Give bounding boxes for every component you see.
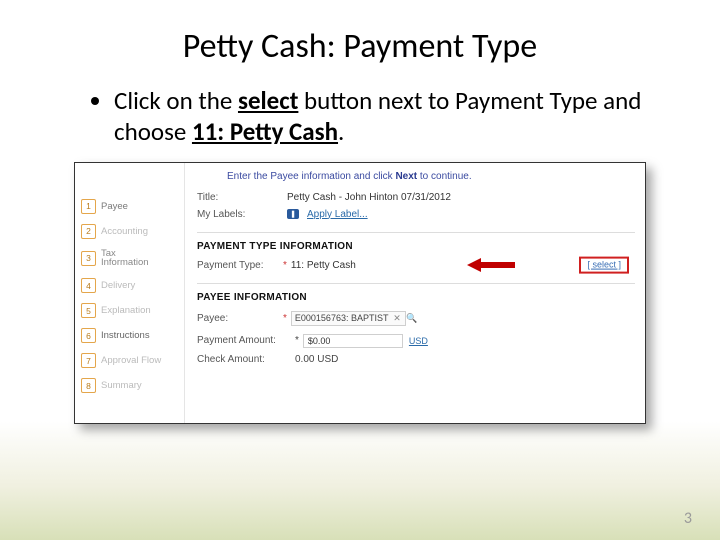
payment-type-value: 11: Petty Cash: [291, 260, 356, 271]
step-number: 7: [81, 353, 96, 368]
wizard-step-delivery[interactable]: 4 Delivery: [81, 278, 180, 293]
step-number: 5: [81, 303, 96, 318]
mylabels-label: My Labels:: [197, 209, 279, 220]
wizard-step-summary[interactable]: 8 Summary: [81, 378, 180, 393]
step-number: 4: [81, 278, 96, 293]
required-asterisk: *: [283, 313, 287, 324]
payment-amount-label: Payment Amount:: [197, 335, 295, 346]
step-number: 1: [81, 199, 96, 214]
apply-label-link[interactable]: Apply Label...: [307, 209, 368, 220]
check-amount-row: Check Amount: 0.00 USD: [197, 354, 635, 365]
instruction-text: Enter the Payee information and click Ne…: [227, 171, 635, 182]
fade-cutoff: [185, 415, 645, 423]
wizard-step-instructions[interactable]: 6 Instructions: [81, 328, 180, 343]
step-number: 2: [81, 224, 96, 239]
step-label: Approval Flow: [101, 355, 161, 366]
payee-lookup-field[interactable]: E000156763: BAPTIST ✕: [291, 311, 407, 326]
bullet-item: Click on the select button next to Payme…: [114, 85, 670, 148]
screenshot-main: Enter the Payee information and click Ne…: [185, 163, 645, 423]
step-number: 8: [81, 378, 96, 393]
instruction-next-word: Next: [395, 171, 417, 182]
wizard-sidebar: 1 Payee 2 Accounting 3 Tax Information 4…: [75, 163, 185, 423]
bullet-text-post: .: [338, 116, 344, 147]
wizard-step-accounting[interactable]: 2 Accounting: [81, 224, 180, 239]
bullet-text-select: select: [238, 85, 298, 116]
payment-type-label: Payment Type:: [197, 260, 279, 271]
step-label: Explanation: [101, 305, 151, 316]
payee-value: E000156763: BAPTIST: [295, 313, 389, 323]
payment-amount-input[interactable]: $0.00: [303, 334, 403, 348]
slide-title: Petty Cash: Payment Type: [50, 26, 670, 67]
mylabels-row: My Labels: ❚ Apply Label...: [197, 209, 635, 220]
title-label: Title:: [197, 192, 279, 203]
bullet-list: Click on the select button next to Payme…: [56, 85, 670, 148]
slide: Petty Cash: Payment Type Click on the se…: [0, 0, 720, 540]
instruction-post: to continue.: [417, 171, 471, 182]
title-value: Petty Cash - John Hinton 07/31/2012: [287, 192, 451, 203]
bullet-text-choice: 11: Petty Cash: [192, 116, 338, 147]
callout-arrow-icon: [467, 258, 515, 272]
section-payment-type: PAYMENT TYPE INFORMATION: [197, 232, 635, 252]
step-label: Summary: [101, 380, 142, 391]
search-icon[interactable]: 🔍: [406, 313, 417, 324]
step-number: 6: [81, 328, 96, 343]
wizard-step-tax[interactable]: 3 Tax Information: [81, 249, 180, 269]
payment-amount-row: Payment Amount: * $0.00 USD: [197, 334, 635, 348]
bullet-text-pre: Click on the: [114, 85, 238, 116]
step-number: 3: [81, 251, 96, 266]
currency-link[interactable]: USD: [409, 336, 428, 346]
title-row: Title: Petty Cash - John Hinton 07/31/20…: [197, 192, 635, 203]
wizard-step-payee[interactable]: 1 Payee: [81, 199, 180, 214]
step-label: Payee: [101, 201, 128, 212]
required-asterisk: *: [295, 335, 299, 346]
wizard-step-approval[interactable]: 7 Approval Flow: [81, 353, 180, 368]
instruction-pre: Enter the Payee information and click: [227, 171, 395, 182]
section-payee-info: PAYEE INFORMATION: [197, 283, 635, 303]
step-label: Accounting: [101, 226, 148, 237]
clear-icon[interactable]: ✕: [391, 313, 402, 324]
payee-label: Payee:: [197, 313, 279, 324]
screenshot-frame: 1 Payee 2 Accounting 3 Tax Information 4…: [74, 162, 646, 424]
check-amount-label: Check Amount:: [197, 354, 295, 365]
tag-icon: ❚: [287, 209, 299, 219]
select-button-label: [ select ]: [587, 260, 621, 270]
step-label: Tax Information: [101, 249, 149, 269]
step-label: Delivery: [101, 280, 135, 291]
payee-row: Payee: * E000156763: BAPTIST ✕ 🔍: [197, 311, 635, 326]
page-number: 3: [684, 509, 692, 528]
payment-type-row: Payment Type: * 11: Petty Cash [ select …: [197, 260, 635, 271]
check-amount-value: 0.00 USD: [295, 354, 338, 365]
step-label: Instructions: [101, 330, 150, 341]
wizard-step-explanation[interactable]: 5 Explanation: [81, 303, 180, 318]
select-button[interactable]: [ select ]: [579, 257, 629, 274]
required-asterisk: *: [283, 260, 287, 271]
